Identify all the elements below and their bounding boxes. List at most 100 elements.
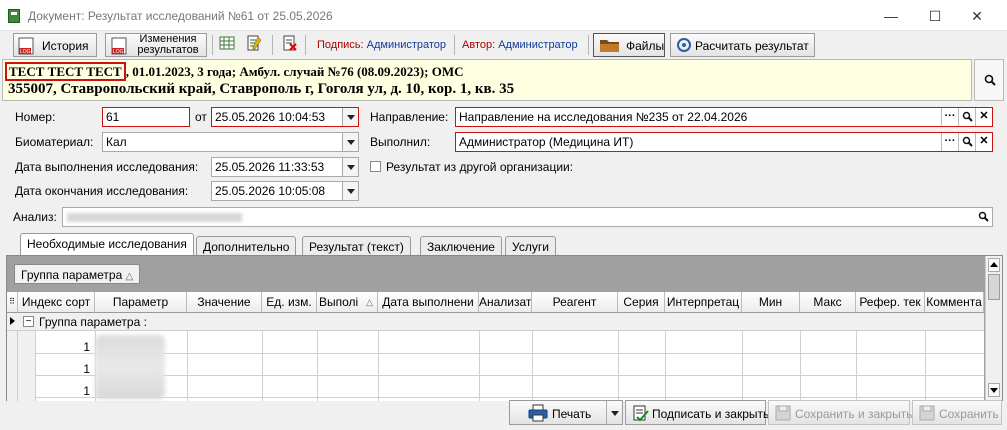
performer-select-button[interactable]: ··· xyxy=(941,133,958,151)
tab-required-studies[interactable]: Необходимые исследования xyxy=(20,233,194,256)
exec-date-dropdown[interactable] xyxy=(342,158,358,176)
biomaterial-value: Кал xyxy=(106,135,127,149)
tab-additional[interactable]: Дополнительно xyxy=(196,236,297,256)
performer-search-button[interactable] xyxy=(958,133,975,151)
end-date-field[interactable]: 25.05.2026 10:05:08 xyxy=(211,181,359,201)
toolbar-separator xyxy=(305,35,306,55)
toolbar-separator xyxy=(454,35,455,55)
group-row[interactable]: − Группа параметра : xyxy=(7,313,984,331)
column-header-unit[interactable]: Ед. изм. xyxy=(262,292,317,313)
biomaterial-select[interactable]: Кал xyxy=(102,132,359,152)
row-index: 1 xyxy=(83,362,90,376)
end-date-value: 25.05.2026 10:05:08 xyxy=(215,184,326,198)
analysis-value-redacted xyxy=(67,213,242,222)
column-header-index[interactable]: Индекс сорт xyxy=(18,292,95,313)
print-dropdown-icon[interactable] xyxy=(611,411,619,416)
tab-conclusion[interactable]: Заключение xyxy=(420,236,502,256)
sign-close-label: Подписать и закрыть xyxy=(652,407,770,421)
edit-document-icon[interactable] xyxy=(246,34,262,52)
analysis-field[interactable] xyxy=(62,207,993,227)
column-header-reagent[interactable]: Реагент xyxy=(532,292,618,313)
close-button[interactable]: ✕ xyxy=(962,5,992,27)
search-icon xyxy=(984,74,996,86)
patient-search-button[interactable] xyxy=(974,59,1004,101)
column-header-min[interactable]: Мин xyxy=(742,292,800,313)
sign-close-button[interactable]: Подписать и закрыть xyxy=(625,400,770,425)
maximize-button[interactable]: ☐ xyxy=(920,5,950,27)
sort-asc-icon: △ xyxy=(366,297,373,307)
search-icon xyxy=(962,136,973,147)
app-icon xyxy=(8,9,20,23)
author-label: Автор: xyxy=(462,39,496,51)
parameters-grid: Группа параметра △ ⠿ Индекс сорт Парамет… xyxy=(6,255,1003,401)
column-header-done-label: Выполі xyxy=(319,295,359,309)
direction-field[interactable]: Направление на исследования №235 от 22.0… xyxy=(455,107,993,127)
exec-date-label: Дата выполнения исследования: xyxy=(15,160,199,174)
grid-vertical-scrollbar[interactable] xyxy=(985,256,1002,400)
column-header-ref-text[interactable]: Рефер. тек xyxy=(856,292,925,313)
biomaterial-label: Биоматериал: xyxy=(15,135,94,149)
column-header-exec-date[interactable]: Дата выполнени xyxy=(378,292,479,313)
patient-address: 355007, Ставропольский край, Ставрополь … xyxy=(8,81,515,97)
printer-icon xyxy=(528,404,548,422)
column-header-max[interactable]: Макс xyxy=(800,292,856,313)
column-header-value[interactable]: Значение xyxy=(187,292,262,313)
column-header-interpretation[interactable]: Интерпретац xyxy=(665,292,742,313)
exec-date-value: 25.05.2026 11:33:53 xyxy=(215,160,325,174)
direction-value: Направление на исследования №235 от 22.0… xyxy=(459,110,748,124)
row-indicator-column xyxy=(7,331,18,401)
direction-select-button[interactable]: ··· xyxy=(941,108,958,126)
author-value[interactable]: Администратор xyxy=(498,39,577,51)
biomaterial-dropdown[interactable] xyxy=(342,133,358,151)
patient-name[interactable]: ТЕСТ ТЕСТ ТЕСТ xyxy=(5,62,126,81)
save-close-button[interactable]: Сохранить и закрыть xyxy=(768,400,912,425)
scroll-up-arrow[interactable] xyxy=(988,258,1000,272)
print-button[interactable]: Печать xyxy=(509,400,623,425)
changes-log-icon: LOG xyxy=(111,37,127,55)
column-header-parameter[interactable]: Параметр xyxy=(95,292,187,313)
delete-document-icon[interactable] xyxy=(282,34,298,52)
files-button[interactable]: Файлы xyxy=(593,33,665,57)
print-label: Печать xyxy=(552,407,592,421)
column-header-series[interactable]: Серия xyxy=(618,292,665,313)
direction-clear-button[interactable]: ✕ xyxy=(975,108,992,126)
group-row-label: Группа параметра : xyxy=(39,315,147,329)
end-date-dropdown[interactable] xyxy=(342,182,358,200)
date-from-dropdown[interactable] xyxy=(342,108,358,126)
number-field[interactable]: 61 xyxy=(102,107,190,127)
performer-field[interactable]: Администратор (Медицина ИТ) ··· ✕ xyxy=(455,132,993,152)
patient-info: , 01.01.2023, 3 года; Амбул. случай №76 … xyxy=(125,64,464,79)
performer-label: Выполнил: xyxy=(370,135,431,149)
sort-asc-icon: △ xyxy=(125,271,134,282)
column-header-comment[interactable]: Коммента xyxy=(925,292,984,313)
performer-clear-button[interactable]: ✕ xyxy=(975,133,992,151)
collapse-icon[interactable]: − xyxy=(23,316,34,327)
grid-table-icon[interactable] xyxy=(219,34,235,52)
minimize-button[interactable]: — xyxy=(876,5,906,27)
other-org-checkbox[interactable] xyxy=(370,161,381,172)
analysis-label: Анализ: xyxy=(13,210,57,224)
column-chooser-icon[interactable]: ⠿ xyxy=(7,292,18,313)
svg-text:LOG: LOG xyxy=(113,49,124,55)
other-org-label: Результат из другой организации: xyxy=(386,160,574,174)
group-chip[interactable]: Группа параметра △ xyxy=(14,264,141,284)
patient-banner: ТЕСТ ТЕСТ ТЕСТ, 01.01.2023, 3 года; Амбу… xyxy=(2,59,972,101)
save-icon xyxy=(919,405,935,421)
sign-document-icon xyxy=(633,405,649,422)
scroll-down-arrow[interactable] xyxy=(988,383,1000,397)
search-icon[interactable] xyxy=(978,211,989,223)
tab-result-text[interactable]: Результат (текст) xyxy=(302,236,411,256)
direction-search-button[interactable] xyxy=(958,108,975,126)
column-header-analyzer[interactable]: Анализат xyxy=(479,292,532,313)
save-button[interactable]: Сохранить xyxy=(912,400,1002,425)
calculate-button[interactable]: Расчитать результат xyxy=(670,33,815,57)
scroll-thumb[interactable] xyxy=(988,274,1000,300)
history-button[interactable]: LOG История xyxy=(13,33,97,57)
changes-label: Изменения результатов xyxy=(137,33,199,56)
signature-value[interactable]: Администратор xyxy=(367,39,446,51)
date-from-field[interactable]: 25.05.2026 10:04:53 xyxy=(211,107,359,127)
exec-date-field[interactable]: 25.05.2026 11:33:53 xyxy=(211,157,359,177)
column-header-done[interactable]: Выполі △ xyxy=(317,292,378,313)
tab-services[interactable]: Услуги xyxy=(505,236,556,256)
changes-button[interactable]: LOG Изменения результатов xyxy=(105,33,207,57)
